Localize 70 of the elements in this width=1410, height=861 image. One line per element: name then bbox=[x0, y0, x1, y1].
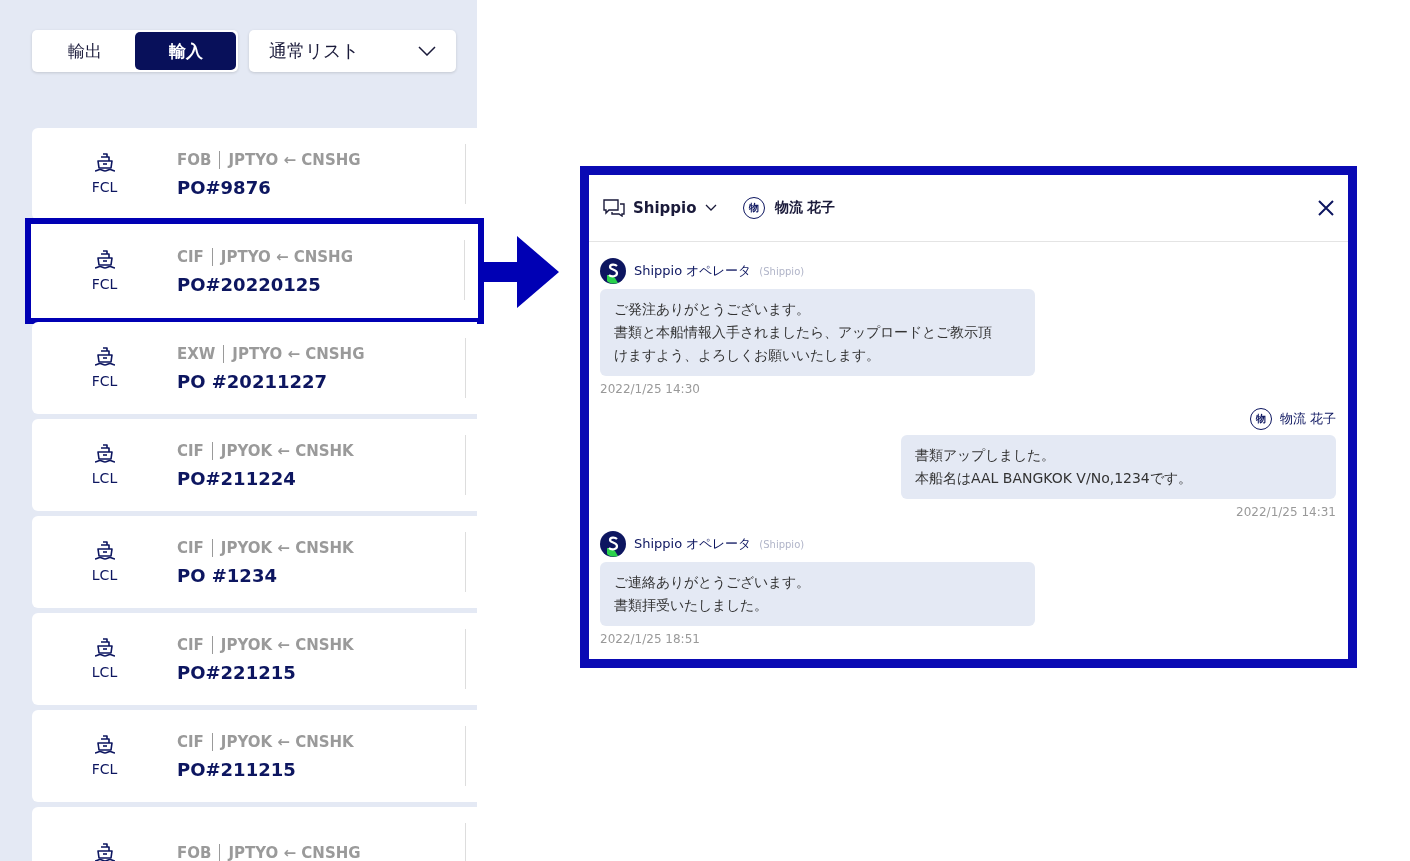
po-number: PO #20211227 bbox=[177, 370, 329, 392]
ship-icon bbox=[93, 638, 116, 658]
route: JPTYO ← CNSHG bbox=[228, 150, 361, 169]
shipment-card[interactable]: LCL CIF JPYOK ← CNSHK PO#211224 bbox=[32, 419, 477, 511]
message-text: 本船名はAAL BANGKOK V/No,1234です。 bbox=[915, 469, 1193, 488]
channel-selector[interactable]: Shippio bbox=[603, 199, 717, 217]
route: JPTYO ← CNSHG bbox=[232, 344, 365, 363]
message-time: 2022/1/25 14:30 bbox=[600, 382, 701, 396]
ship-icon bbox=[93, 444, 116, 464]
shipping-mode: LCL bbox=[91, 470, 118, 486]
chevron-down-icon bbox=[418, 46, 436, 56]
message-text: 書類と本船情報入手されましたら、アップロードとご教示頂けますよう、よろしくお願いいたします。 bbox=[614, 323, 993, 365]
incoterm: FOB bbox=[177, 844, 212, 861]
shipping-mode: FCL bbox=[91, 179, 118, 195]
po-number: PO #1234 bbox=[177, 564, 278, 586]
route: JPYOK ← CNSHK bbox=[220, 538, 354, 557]
message-text: 書類アップしました。 bbox=[915, 446, 1056, 465]
ship-icon bbox=[93, 347, 116, 367]
incoterm: CIF bbox=[177, 732, 204, 751]
sender-name: 物流 花子 bbox=[1279, 410, 1336, 428]
ship-icon bbox=[93, 250, 116, 270]
route: JPTYO ← CNSHG bbox=[220, 247, 353, 266]
mode-tab[interactable]: 輸入 bbox=[135, 32, 236, 70]
chevron-down-icon bbox=[704, 204, 717, 212]
route: JPYOK ← CNSHK bbox=[220, 732, 354, 751]
shipment-card[interactable]: LCL CIF JPYOK ← CNSHK PO #1234 bbox=[32, 516, 477, 608]
list-filter-dropdown[interactable]: 通常リスト bbox=[249, 30, 456, 72]
logo-icon bbox=[600, 258, 626, 284]
message-time: 2022/1/25 18:51 bbox=[600, 632, 701, 646]
shipment-card[interactable]: FCL EXW JPTYO ← CNSHG PO #20211227 bbox=[32, 322, 477, 414]
chat-icon bbox=[603, 199, 625, 217]
route: JPTYO ← CNSHG bbox=[228, 844, 361, 861]
logo-icon bbox=[600, 531, 626, 557]
shipment-card[interactable]: FCL FOB JPTYO ← CNSHG PO#9876 bbox=[32, 128, 477, 220]
shipment-card[interactable]: FCL CIF JPTYO ← CNSHG PO#20220125 bbox=[25, 218, 484, 324]
shipping-mode: FCL bbox=[91, 276, 118, 292]
sender-name: Shippio オペレータ bbox=[634, 262, 752, 280]
mode-tab[interactable]: 輸出 bbox=[34, 32, 135, 70]
participant-name: 物流 花子 bbox=[774, 199, 836, 217]
message-time: 2022/1/25 14:31 bbox=[1236, 505, 1336, 519]
incoterm: CIF bbox=[177, 538, 204, 557]
incoterm: CIF bbox=[177, 635, 204, 654]
po-number: PO#211224 bbox=[177, 467, 297, 489]
incoterm: CIF bbox=[177, 441, 204, 460]
sender-organization: (Shippio) bbox=[759, 265, 805, 277]
po-number: PO#9876 bbox=[177, 176, 272, 198]
po-number: PO#211215 bbox=[177, 758, 297, 780]
message-text: ご連絡ありがとうございます。 bbox=[614, 573, 811, 592]
ship-icon bbox=[93, 153, 116, 173]
sender-organization: (Shippio) bbox=[759, 538, 805, 550]
incoterm: FOB bbox=[177, 150, 212, 169]
shipping-mode: FCL bbox=[91, 373, 118, 389]
message-text: ご発注ありがとうございます。 bbox=[614, 300, 811, 319]
shipping-mode: LCL bbox=[91, 567, 118, 583]
incoterm: CIF bbox=[177, 247, 204, 266]
message-text: 書類拝受いたしました。 bbox=[614, 596, 769, 615]
ship-icon bbox=[93, 541, 116, 561]
ship-icon bbox=[93, 843, 116, 861]
po-number: PO#221215 bbox=[177, 661, 297, 683]
shipment-card[interactable]: FCL CIF JPYOK ← CNSHK PO#211215 bbox=[32, 710, 477, 802]
close-button[interactable] bbox=[1318, 200, 1334, 216]
po-number: PO#20220125 bbox=[177, 273, 322, 295]
shipping-mode: LCL bbox=[91, 664, 118, 680]
ship-icon bbox=[93, 735, 116, 755]
sender-name: Shippio オペレータ bbox=[634, 535, 752, 553]
shipping-mode: FCL bbox=[91, 761, 118, 777]
route: JPYOK ← CNSHK bbox=[220, 441, 354, 460]
shipment-card[interactable]: LCL CIF JPYOK ← CNSHK PO#221215 bbox=[32, 613, 477, 705]
route: JPYOK ← CNSHK bbox=[220, 635, 354, 654]
incoterm: EXW bbox=[177, 344, 216, 363]
